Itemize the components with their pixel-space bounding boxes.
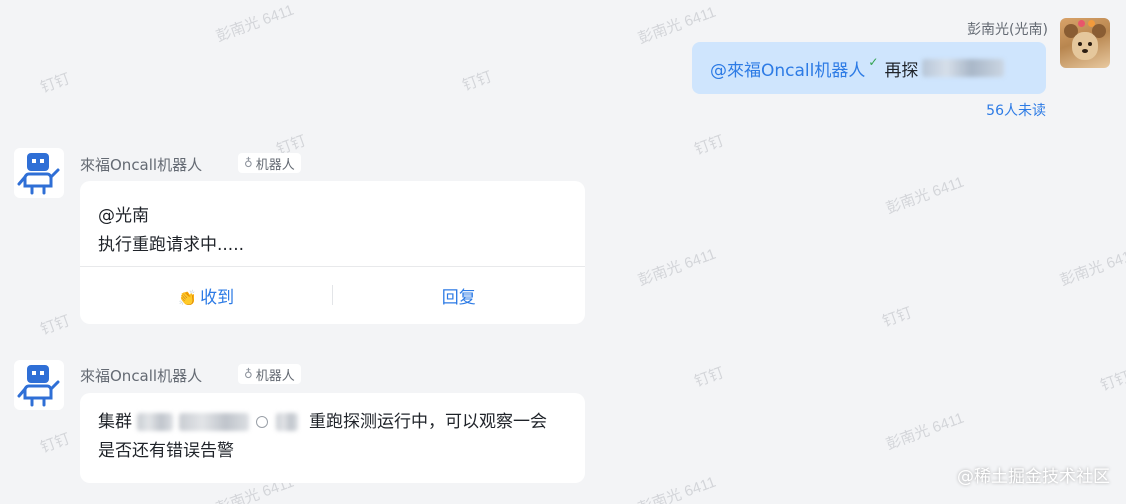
chat-window: 彭南光 6411 彭南光 6411 钉钉 钉钉 钉钉 钉钉 彭南光 6411 彭… [0,0,1126,504]
bot-mention-link[interactable]: @來福Oncall机器人 [710,56,865,81]
action-separator [332,285,333,305]
redacted-text [922,59,1005,77]
watermark-text: 钉钉 [38,312,73,339]
robot-tag-icon: ♁ [244,367,253,381]
robot-tag-icon: ♁ [244,156,253,170]
message-line: 集群 重跑探测运行中，可以观察一会 [98,412,548,432]
robot-icon [17,365,60,407]
outgoing-sender-name[interactable]: 彭南光(光南) [967,19,1048,39]
source-watermark: @稀土掘金技术社区 [957,467,1110,487]
verified-check-icon: ✓ [868,55,879,69]
mention-line: @光南 [98,206,149,226]
clap-icon: 👏 [178,288,198,307]
watermark-text: 钉钉 [460,68,495,95]
bot-name[interactable]: 來福Oncall机器人 [80,154,202,175]
bot-message-card: 集群 重跑探测运行中，可以观察一会 是否还有错误告警 [80,393,585,483]
outgoing-message-text: 再探 [884,60,919,81]
bot-tag: ♁ 机器人 [238,364,301,384]
robot-icon [17,153,60,195]
bot-avatar[interactable] [14,360,64,410]
bot-tag: ♁ 机器人 [238,153,301,173]
watermark-text: 钉钉 [1098,368,1126,395]
reply-button[interactable]: 回复 [333,283,586,308]
watermark-text: 钉钉 [880,304,915,331]
watermark-text: 钉钉 [38,430,73,457]
message-line: 执行重跑请求中..... [98,235,245,255]
outgoing-message-bubble[interactable]: @來福Oncall机器人 ✓ 再探 [692,42,1046,94]
watermark-text: 彭南光 6411 [1057,245,1126,290]
bot-name[interactable]: 來福Oncall机器人 [80,365,202,386]
watermark-text: 彭南光 6411 [635,473,719,504]
redacted-text [137,413,174,431]
watermark-text: 彭南光 6411 [213,1,297,46]
watermark-text: 钉钉 [692,132,727,159]
read-receipt-status[interactable]: 56人未读 [986,100,1046,120]
ack-button[interactable]: 👏 收到 [80,283,333,308]
bot-avatar[interactable] [14,148,64,198]
watermark-text: 钉钉 [692,364,727,391]
bot-message-card: @光南 执行重跑请求中..... 👏 收到 回复 [80,181,585,324]
watermark-text: 彭南光 6411 [635,245,719,290]
watermark-text: 彭南光 6411 [883,409,967,454]
message-line: 是否还有错误告警 [98,441,234,461]
redacted-text [178,413,249,431]
self-avatar[interactable] [1060,18,1110,68]
watermark-text: 钉钉 [38,70,73,97]
redacted-text [275,413,298,431]
redacted-icon [256,416,269,428]
watermark-text: 彭南光 6411 [883,173,967,218]
